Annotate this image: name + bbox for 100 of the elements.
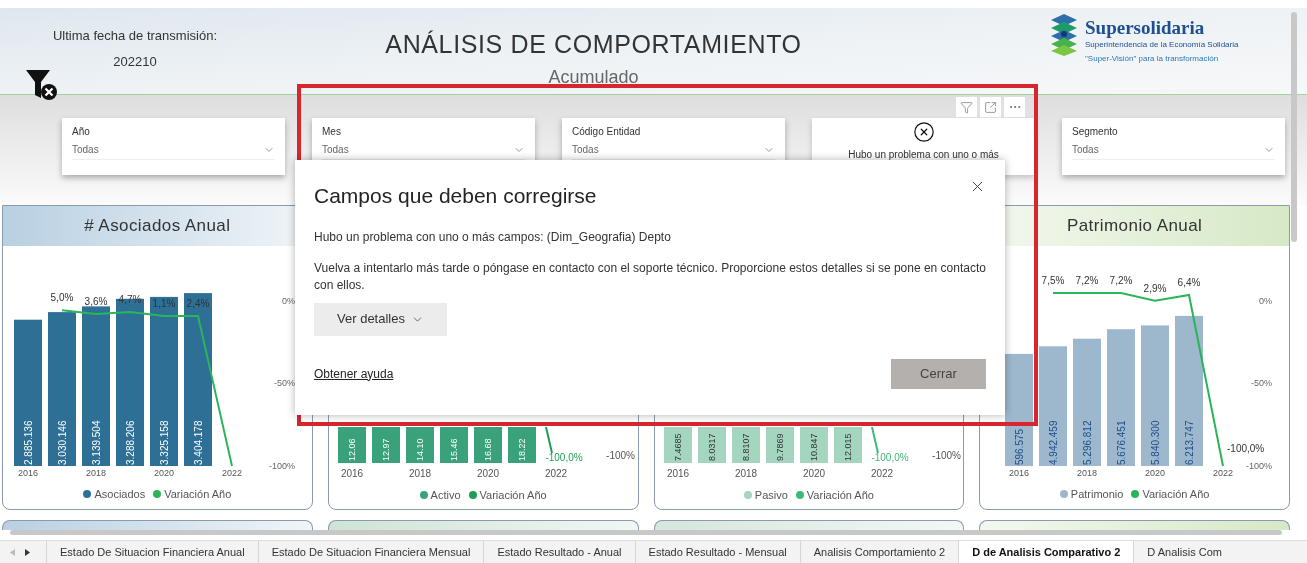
x-axis-label: 2018 <box>1077 468 1098 478</box>
x-axis-label: 2022 <box>544 467 567 479</box>
logo-tagline: Superintendencia de la Economía Solidaria <box>1085 39 1239 51</box>
details-button[interactable]: Ver detalles <box>314 302 447 336</box>
bar <box>697 426 726 463</box>
legend-label: Variación Año <box>479 487 547 503</box>
slicer-label: Código Entidad <box>572 125 642 139</box>
vertical-scrollbar[interactable] <box>1291 12 1297 242</box>
line-value-label: 3,6% <box>84 296 108 307</box>
x-axis-label: 2022 <box>222 468 242 478</box>
bar <box>799 426 828 463</box>
variation-line <box>870 426 879 454</box>
bar <box>507 426 536 463</box>
x-axis-label: 2020 <box>154 468 174 478</box>
dialog-title: Campos que deben corregirse <box>314 183 597 209</box>
slicer-label: Año <box>72 125 91 139</box>
line-value-label: 6,4% <box>1177 277 1201 288</box>
line-value-label: -100,0% <box>1227 443 1265 454</box>
bar-value-label: 18.22 <box>516 437 527 461</box>
page-tab[interactable]: D Analisis Com <box>1133 541 1235 563</box>
bar-value-label: 9.7869 <box>774 432 785 461</box>
bar <box>731 426 760 463</box>
bar <box>405 426 434 463</box>
bar-value-label: 2.885.136 <box>23 420 34 465</box>
variation-line <box>544 426 553 454</box>
legend-label: Activo <box>430 487 461 503</box>
legend-label: Variación Año <box>164 487 232 502</box>
line-value-label: 2,9% <box>1143 282 1167 294</box>
y-axis-label: -50% <box>274 378 295 389</box>
report-subtitle: Acumulado <box>548 65 639 89</box>
bar-value-label: 3.404.178 <box>193 420 204 465</box>
bar-value-label: 12.97 <box>380 437 391 461</box>
logo-name: Supersolidaria <box>1085 18 1206 37</box>
bar-value-label: 3.030.146 <box>57 420 68 465</box>
bar-value-label: 15.46 <box>448 437 459 461</box>
bar-value-label: 7.4685 <box>672 432 683 461</box>
x-axis-label: 2018 <box>408 467 431 479</box>
line-value-label: -100,0% <box>545 451 583 463</box>
bar-value-label: 12.015 <box>842 432 853 461</box>
y-axis-label: -100% <box>269 461 295 471</box>
y-axis-label: 0% <box>282 295 295 306</box>
page-tab[interactable]: Estado Resultado - Anual <box>483 541 635 563</box>
bar-value-label: 10.847 <box>808 432 819 461</box>
x-axis-label: 2018 <box>734 467 757 479</box>
bar-value-label: 3.139.504 <box>91 420 102 465</box>
error-message: Hubo un problema con uno o más <box>848 148 999 162</box>
page-tab[interactable]: Estado De Situacion Financiera Mensual <box>257 541 484 563</box>
y-axis-label: -100% <box>1246 461 1273 471</box>
line-value-label: 1,1% <box>152 297 176 309</box>
slicer-label: Segmento <box>1072 125 1119 139</box>
logo-slogan: "Super-Visión" para la transformación <box>1085 53 1220 65</box>
bar-value-label: 14.10 <box>414 437 425 461</box>
close-button[interactable]: Cerrar <box>891 358 986 389</box>
focus-mode-icon[interactable] <box>980 97 1001 117</box>
page-tab[interactable]: D de Analisis Comparativo 2 <box>958 541 1134 563</box>
line-value-label: 2,4% <box>186 297 210 309</box>
bar <box>765 426 794 463</box>
clear-filter-icon[interactable] <box>24 68 60 102</box>
bar <box>371 426 400 463</box>
filter-icon[interactable] <box>956 97 977 117</box>
horizontal-scrollbar[interactable] <box>10 530 1282 535</box>
legend-label: Asociados <box>94 487 146 502</box>
error-icon <box>912 121 935 143</box>
legend-label: Pasivo <box>754 487 788 503</box>
bar <box>833 426 862 463</box>
slicer-dropdown[interactable]: Todas <box>1072 142 1275 160</box>
line-value-label: 7,2% <box>1109 275 1133 287</box>
bar-value-label: 3.288.206 <box>125 420 136 465</box>
x-axis-label: 2022 <box>1213 468 1234 478</box>
help-link[interactable]: Obtener ayuda <box>314 364 394 383</box>
x-axis-label: 2022 <box>870 467 893 479</box>
y-axis-label: -100% <box>931 449 961 461</box>
x-axis-label: 2016 <box>18 468 38 478</box>
bar-value-label: 6.213.747 <box>1184 420 1196 465</box>
line-value-label: 7,2% <box>1075 275 1099 287</box>
legend-label: Variación Año <box>806 487 874 503</box>
bar-value-label: 5.296.812 <box>1082 420 1094 465</box>
transmission-date: 202210 <box>113 52 157 71</box>
slicer-dropdown[interactable]: Todas <box>72 142 275 160</box>
bar <box>473 426 502 463</box>
page-tab[interactable]: Estado De Situacion Financiera Anual <box>46 541 258 563</box>
bar-value-label: 4.942.459 <box>1048 420 1060 465</box>
line-value-label: 7,5% <box>1041 275 1065 287</box>
more-options-icon[interactable] <box>1004 97 1025 117</box>
x-axis-label: 2016 <box>1009 468 1030 478</box>
next-page-icon[interactable] <box>25 548 30 556</box>
previous-page-icon[interactable] <box>10 548 15 556</box>
bar <box>439 426 468 463</box>
legend-label: Patrimonio <box>1070 487 1124 502</box>
bar-value-label: 596.575 <box>1014 428 1026 465</box>
dialog-message: Hubo un problema con uno o más campos: (Dim_Geografia) Depto <box>314 228 672 246</box>
line-value-label: 5,0% <box>50 292 74 304</box>
page-tab[interactable]: Estado Resultado - Mensual <box>634 541 800 563</box>
bar <box>337 426 366 463</box>
x-axis-label: 2020 <box>802 467 825 479</box>
x-axis-label: 2016 <box>340 467 363 479</box>
legend-label: Variación Año <box>1142 487 1210 502</box>
report-title: ANÁLISIS DE COMPORTAMIENTO <box>385 29 802 60</box>
bar <box>663 426 692 463</box>
bar-value-label: 5.676.451 <box>1116 420 1128 465</box>
